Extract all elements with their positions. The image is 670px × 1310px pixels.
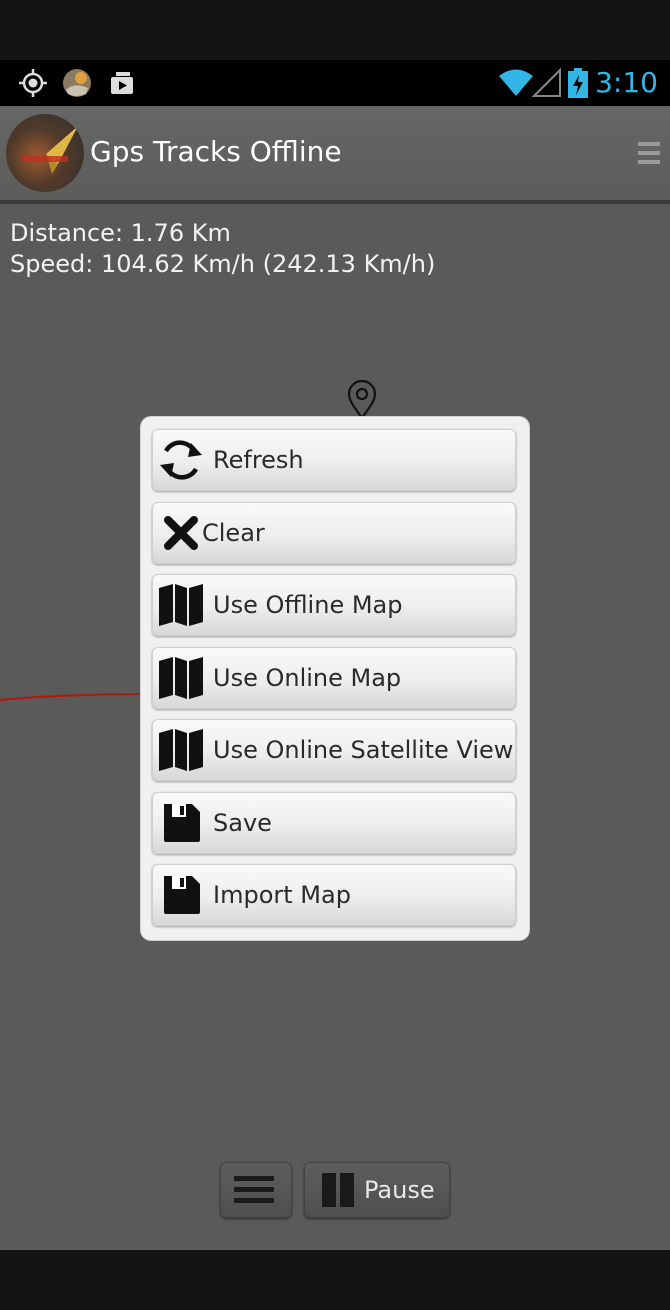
hamburger-icon <box>234 1176 274 1203</box>
distance-text: Distance: 1.76 Km <box>10 219 231 247</box>
use-offline-map-label: Use Offline Map <box>213 591 403 619</box>
top-bezel <box>0 0 670 60</box>
pause-button[interactable]: Pause <box>304 1162 450 1218</box>
import-map-label: Import Map <box>213 881 351 909</box>
use-online-map-button[interactable]: Use Online Map <box>152 647 516 709</box>
app-title: Gps Tracks Offline <box>90 135 342 168</box>
menu-dialog: Refresh Clear Use Offline Map Use Online… <box>141 417 529 940</box>
map-pin-icon <box>347 380 377 420</box>
map-icon <box>159 729 203 771</box>
battery-charging-icon <box>568 68 588 98</box>
status-bar: 3:10 <box>0 60 670 106</box>
use-offline-map-button[interactable]: Use Offline Map <box>152 574 516 636</box>
overflow-menu-icon[interactable] <box>638 142 660 172</box>
save-icon <box>164 804 200 842</box>
pause-icon <box>322 1173 354 1207</box>
action-bar: Gps Tracks Offline <box>0 106 670 204</box>
refresh-label: Refresh <box>213 446 304 474</box>
gps-icon <box>19 69 47 97</box>
use-online-satellite-view-button[interactable]: Use Online Satellite View <box>152 719 516 781</box>
save-button[interactable]: Save <box>152 792 516 854</box>
wifi-icon <box>499 69 533 96</box>
app-logo-icon <box>22 126 78 174</box>
refresh-button[interactable]: Refresh <box>152 429 516 491</box>
status-time: 3:10 <box>595 66 658 99</box>
clear-label: Clear <box>202 519 265 547</box>
track-line <box>0 692 160 702</box>
photo-notification-icon <box>63 69 91 97</box>
save-icon <box>164 876 200 914</box>
map-icon <box>159 584 203 626</box>
use-online-satellite-view-label: Use Online Satellite View <box>213 736 514 764</box>
media-notification-icon <box>111 72 133 94</box>
clear-button[interactable]: Clear <box>152 502 516 564</box>
import-map-button[interactable]: Import Map <box>152 864 516 926</box>
map-icon <box>159 657 203 699</box>
close-icon <box>164 516 198 550</box>
bottom-controls: Pause <box>0 1162 670 1222</box>
pause-label: Pause <box>364 1176 435 1204</box>
app-screen: Gps Tracks Offline Distance: 1.76 Km Spe… <box>0 106 670 1250</box>
app-logo[interactable] <box>6 114 84 192</box>
speed-text: Speed: 104.62 Km/h (242.13 Km/h) <box>10 250 436 278</box>
refresh-icon <box>160 440 202 480</box>
menu-button[interactable] <box>220 1162 292 1218</box>
save-label: Save <box>213 809 272 837</box>
track-stats: Distance: 1.76 Km Speed: 104.62 Km/h (24… <box>10 218 435 280</box>
use-online-map-label: Use Online Map <box>213 664 402 692</box>
signal-icon <box>532 68 561 97</box>
navigation-bar <box>0 1250 670 1310</box>
